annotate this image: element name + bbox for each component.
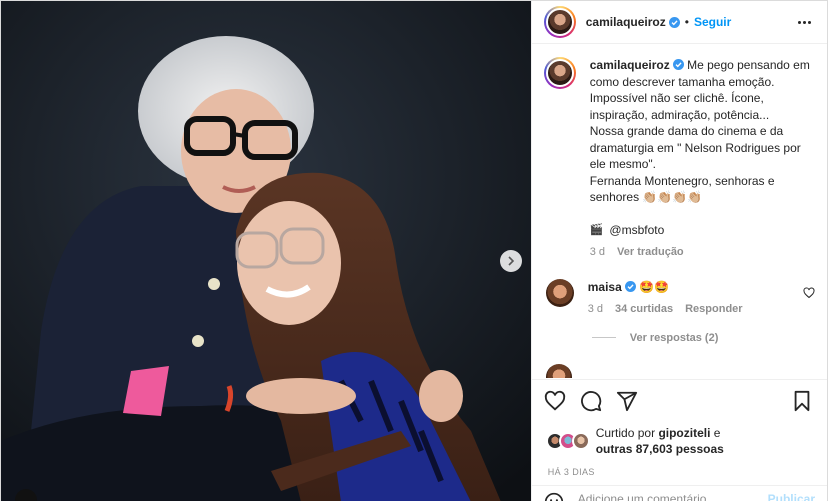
caption-author-avatar[interactable]: [543, 57, 576, 89]
emoji-icon[interactable]: [544, 492, 564, 501]
translate-button[interactable]: Ver tradução: [617, 244, 684, 261]
view-replies-button[interactable]: Ver respostas (2): [591, 331, 815, 344]
post-panel: camilaqueiroz • Seguir camilaqueiroz Me …: [530, 1, 827, 501]
replies-divider: [591, 337, 616, 338]
view-replies-label: Ver respostas (2): [629, 331, 719, 344]
liked-by-prefix: Curtido por: [595, 426, 656, 440]
photo-credit: 🎬 @msbfoto: [590, 222, 815, 239]
liked-by-others[interactable]: outras 87,603 pessoas: [596, 442, 724, 456]
verified-badge-icon: [624, 280, 636, 292]
verified-badge-icon: [668, 16, 680, 28]
caption-text: Me pego pensando em como descrever taman…: [589, 58, 810, 204]
comment-text: 🤩🤩: [639, 279, 669, 294]
caption-author-avatar-image: [545, 59, 574, 87]
comment-time: 3 d: [587, 303, 604, 315]
chevron-right-icon: [508, 256, 515, 266]
author-avatar-image: [545, 8, 574, 36]
like-heart-icon[interactable]: [544, 390, 568, 414]
caption-time: 3 d: [589, 246, 606, 258]
verified-badge-icon: [672, 59, 684, 70]
comment-input[interactable]: [577, 492, 768, 501]
comment-bubble-icon[interactable]: [580, 390, 604, 414]
author-username[interactable]: camilaqueiroz: [586, 15, 666, 29]
next-image-button[interactable]: [500, 250, 522, 272]
separator-dot: •: [684, 15, 689, 29]
comment-item: maisa 🤩🤩 3 d 34 curtidas Responder: [544, 278, 815, 318]
reply-button[interactable]: Responder: [685, 301, 742, 318]
comment-meta: 3 d 34 curtidas Responder: [588, 301, 795, 318]
action-bar: [531, 379, 827, 423]
credit-link[interactable]: @msbfoto: [609, 222, 664, 239]
comment-likes[interactable]: 34 curtidas: [615, 301, 673, 318]
post-media[interactable]: [1, 1, 531, 501]
author-avatar[interactable]: [543, 6, 576, 38]
post-time-ago[interactable]: HÁ 3 DIAS: [548, 467, 595, 477]
comments-area[interactable]: camilaqueiroz Me pego pensando em como d…: [532, 45, 827, 378]
next-comment-partial: [544, 363, 815, 378]
more-options-icon[interactable]: [794, 17, 815, 28]
likes-summary: Curtido por gipoziteli e outras 87,603 p…: [545, 425, 815, 457]
liked-by-user[interactable]: gipoziteli: [658, 426, 710, 440]
caption-username[interactable]: camilaqueiroz: [590, 58, 670, 72]
commenter-username[interactable]: maisa: [588, 280, 622, 294]
next-commenter-avatar[interactable]: [545, 363, 572, 378]
commenter-avatar[interactable]: [545, 278, 574, 307]
post-header: camilaqueiroz • Seguir: [531, 1, 827, 44]
liker-avatars[interactable]: [545, 430, 594, 452]
clapperboard-icon: 🎬: [589, 223, 604, 236]
add-comment-bar: Publicar: [531, 485, 827, 501]
post-photo: [1, 1, 531, 501]
share-paper-plane-icon[interactable]: [616, 390, 640, 414]
caption-meta: 3 d Ver tradução: [590, 244, 815, 261]
save-bookmark-icon[interactable]: [791, 390, 815, 414]
publish-button[interactable]: Publicar: [768, 492, 815, 501]
liked-by-and: e: [713, 426, 721, 440]
follow-button[interactable]: Seguir: [694, 15, 731, 29]
like-comment-heart-icon[interactable]: [803, 286, 815, 299]
caption: camilaqueiroz Me pego pensando em como d…: [543, 57, 815, 261]
instagram-post: camilaqueiroz • Seguir camilaqueiroz Me …: [0, 0, 828, 501]
